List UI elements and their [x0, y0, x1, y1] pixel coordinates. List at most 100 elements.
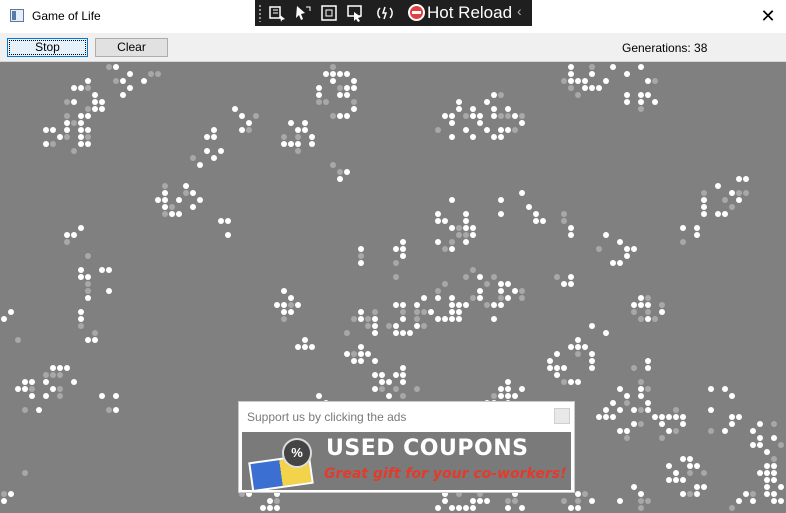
- cell[interactable]: [589, 71, 595, 77]
- cell[interactable]: [302, 344, 308, 350]
- cell[interactable]: [631, 407, 637, 413]
- cell[interactable]: [274, 505, 280, 511]
- cell[interactable]: [687, 456, 693, 462]
- cell[interactable]: [568, 225, 574, 231]
- cell[interactable]: [750, 428, 756, 434]
- cell[interactable]: [750, 442, 756, 448]
- cell[interactable]: [78, 309, 84, 315]
- cell[interactable]: [624, 400, 630, 406]
- cell[interactable]: [778, 484, 784, 490]
- cell[interactable]: [442, 113, 448, 119]
- cell[interactable]: [71, 379, 77, 385]
- cell[interactable]: [505, 505, 511, 511]
- cell[interactable]: [498, 92, 504, 98]
- cell[interactable]: [722, 211, 728, 217]
- cell[interactable]: [589, 358, 595, 364]
- cell[interactable]: [78, 323, 84, 329]
- cell[interactable]: [85, 134, 91, 140]
- cell[interactable]: [519, 113, 525, 119]
- cell[interactable]: [351, 106, 357, 112]
- cell[interactable]: [393, 372, 399, 378]
- cell[interactable]: [652, 414, 658, 420]
- cell[interactable]: [477, 498, 483, 504]
- cell[interactable]: [470, 267, 476, 273]
- cell[interactable]: [330, 78, 336, 84]
- cell[interactable]: [288, 295, 294, 301]
- cell[interactable]: [463, 239, 469, 245]
- cell[interactable]: [393, 260, 399, 266]
- cell[interactable]: [491, 113, 497, 119]
- cell[interactable]: [400, 253, 406, 259]
- cell[interactable]: [358, 253, 364, 259]
- cell[interactable]: [645, 316, 651, 322]
- cell[interactable]: [638, 386, 644, 392]
- cell[interactable]: [680, 456, 686, 462]
- cell[interactable]: [568, 379, 574, 385]
- cell[interactable]: [456, 106, 462, 112]
- cell[interactable]: [680, 239, 686, 245]
- cell[interactable]: [771, 477, 777, 483]
- cell[interactable]: [645, 498, 651, 504]
- cell[interactable]: [295, 134, 301, 140]
- cell[interactable]: [645, 302, 651, 308]
- cell[interactable]: [547, 358, 553, 364]
- cell[interactable]: [561, 218, 567, 224]
- clear-button[interactable]: Clear: [95, 38, 168, 57]
- cell[interactable]: [309, 134, 315, 140]
- cell[interactable]: [764, 470, 770, 476]
- cell[interactable]: [491, 302, 497, 308]
- cell[interactable]: [771, 456, 777, 462]
- cell[interactable]: [393, 330, 399, 336]
- cell[interactable]: [582, 491, 588, 497]
- cell[interactable]: [78, 225, 84, 231]
- cell[interactable]: [22, 379, 28, 385]
- cell[interactable]: [281, 309, 287, 315]
- cell[interactable]: [498, 134, 504, 140]
- cell[interactable]: [743, 491, 749, 497]
- cell[interactable]: [631, 365, 637, 371]
- cell[interactable]: [491, 106, 497, 112]
- cell[interactable]: [575, 505, 581, 511]
- cell[interactable]: [92, 330, 98, 336]
- cell[interactable]: [617, 386, 623, 392]
- cell[interactable]: [498, 386, 504, 392]
- cell[interactable]: [57, 365, 63, 371]
- cell[interactable]: [323, 99, 329, 105]
- cell[interactable]: [764, 491, 770, 497]
- cell[interactable]: [736, 190, 742, 196]
- cell[interactable]: [267, 505, 273, 511]
- cell[interactable]: [127, 71, 133, 77]
- cell[interactable]: [358, 358, 364, 364]
- cell[interactable]: [736, 197, 742, 203]
- cell[interactable]: [568, 274, 574, 280]
- cell[interactable]: [442, 498, 448, 504]
- cell[interactable]: [624, 253, 630, 259]
- cell[interactable]: [43, 372, 49, 378]
- cell[interactable]: [603, 78, 609, 84]
- cell[interactable]: [638, 505, 644, 511]
- cell[interactable]: [596, 85, 602, 91]
- cell[interactable]: [463, 127, 469, 133]
- cell[interactable]: [575, 337, 581, 343]
- cell[interactable]: [120, 78, 126, 84]
- cell[interactable]: [603, 414, 609, 420]
- cell[interactable]: [386, 379, 392, 385]
- cell[interactable]: [610, 260, 616, 266]
- cell[interactable]: [232, 106, 238, 112]
- cell[interactable]: [610, 64, 616, 70]
- cell[interactable]: [463, 274, 469, 280]
- cell[interactable]: [190, 204, 196, 210]
- cell[interactable]: [617, 239, 623, 245]
- cell[interactable]: [302, 127, 308, 133]
- cell[interactable]: [757, 435, 763, 441]
- hot-reload-icon[interactable]: [375, 3, 395, 23]
- cell[interactable]: [85, 127, 91, 133]
- cell[interactable]: [554, 351, 560, 357]
- cell[interactable]: [386, 393, 392, 399]
- cell[interactable]: [337, 113, 343, 119]
- cell[interactable]: [64, 365, 70, 371]
- cell[interactable]: [435, 211, 441, 217]
- cell[interactable]: [638, 421, 644, 427]
- cell[interactable]: [78, 85, 84, 91]
- stop-button[interactable]: Stop: [7, 38, 88, 57]
